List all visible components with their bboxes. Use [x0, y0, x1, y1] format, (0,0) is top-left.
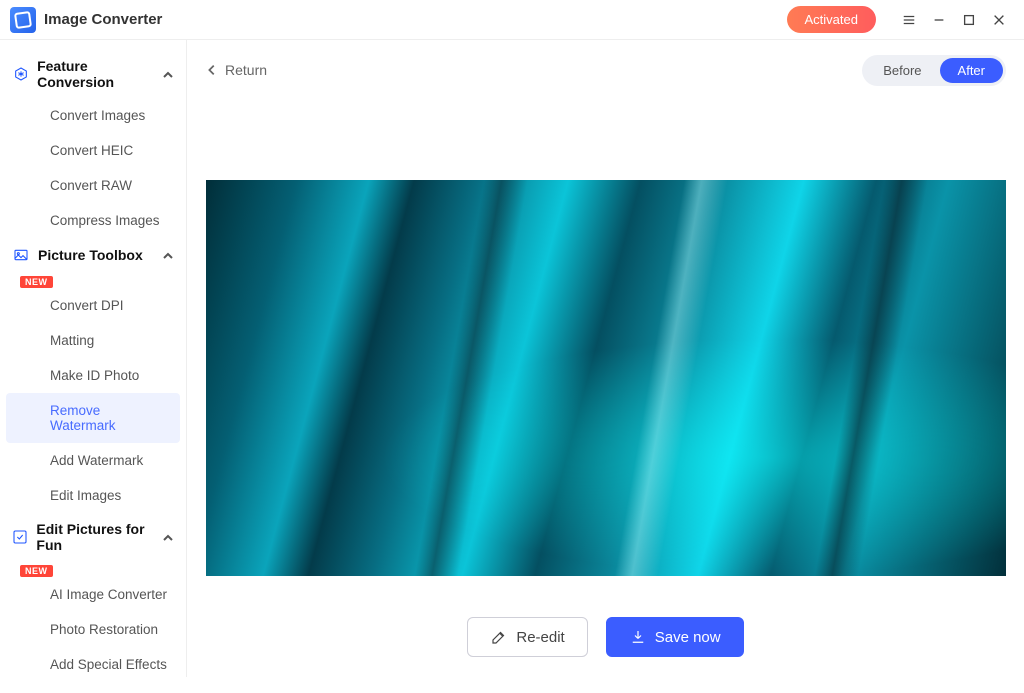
sidebar-group-edit[interactable]: Edit Pictures for Fun — [0, 513, 186, 561]
app-logo-icon — [10, 7, 36, 33]
sidebar: Feature Conversion Convert Images Conver… — [0, 40, 187, 677]
main-content: Return Before After Re-edit Save now — [187, 40, 1024, 677]
hamburger-menu-icon[interactable] — [894, 5, 924, 35]
feature-conversion-icon — [12, 65, 29, 83]
save-now-button[interactable]: Save now — [606, 617, 744, 657]
download-icon — [629, 628, 647, 646]
reedit-button[interactable]: Re-edit — [467, 617, 587, 657]
image-frame — [206, 106, 1006, 600]
group-label: Edit Pictures for Fun — [36, 521, 162, 553]
action-bar: Re-edit Save now — [205, 617, 1006, 661]
sidebar-item-convert-images[interactable]: Convert Images — [6, 98, 180, 133]
toggle-before[interactable]: Before — [865, 58, 939, 83]
main-topline: Return Before After — [205, 52, 1006, 88]
edit-icon — [490, 628, 508, 646]
new-badge: NEW — [20, 565, 53, 577]
sidebar-item-special-effects[interactable]: Add Special Effects — [6, 647, 180, 677]
group-label: Feature Conversion — [37, 58, 162, 90]
sidebar-item-make-id-photo[interactable]: Make ID Photo — [6, 358, 180, 393]
before-after-toggle[interactable]: Before After — [862, 55, 1006, 86]
chevron-left-icon — [205, 63, 219, 77]
chevron-up-icon — [162, 531, 174, 543]
sidebar-item-add-watermark[interactable]: Add Watermark — [6, 443, 180, 478]
sidebar-item-matting[interactable]: Matting — [6, 323, 180, 358]
activated-button[interactable]: Activated — [787, 6, 876, 33]
return-button[interactable]: Return — [205, 62, 267, 78]
sidebar-item-convert-heic[interactable]: Convert HEIC — [6, 133, 180, 168]
sidebar-group-feature[interactable]: Feature Conversion — [0, 50, 186, 98]
group-label: Picture Toolbox — [38, 247, 143, 263]
preview-image — [206, 180, 1006, 576]
chevron-up-icon — [162, 249, 174, 261]
app-title: Image Converter — [44, 11, 162, 28]
window-minimize-icon[interactable] — [924, 5, 954, 35]
sidebar-item-ai-converter[interactable]: AI Image Converter — [6, 577, 180, 612]
sidebar-group-toolbox[interactable]: Picture Toolbox — [0, 238, 186, 272]
sidebar-item-edit-images[interactable]: Edit Images — [6, 478, 180, 513]
picture-toolbox-icon — [12, 246, 30, 264]
new-badge: NEW — [20, 276, 53, 288]
sidebar-item-compress-images[interactable]: Compress Images — [6, 203, 180, 238]
return-label: Return — [225, 62, 267, 78]
edit-pictures-icon — [12, 528, 28, 546]
window-close-icon[interactable] — [984, 5, 1014, 35]
sidebar-item-convert-raw[interactable]: Convert RAW — [6, 168, 180, 203]
sidebar-item-photo-restoration[interactable]: Photo Restoration — [6, 612, 180, 647]
sidebar-item-remove-watermark[interactable]: Remove Watermark — [6, 393, 180, 443]
preview-canvas — [205, 106, 1006, 607]
save-label: Save now — [655, 629, 721, 646]
titlebar: Image Converter Activated — [0, 0, 1024, 40]
sidebar-item-convert-dpi[interactable]: Convert DPI — [6, 288, 180, 323]
window-maximize-icon[interactable] — [954, 5, 984, 35]
reedit-label: Re-edit — [516, 629, 564, 646]
toggle-after[interactable]: After — [940, 58, 1003, 83]
chevron-up-icon — [162, 68, 174, 80]
